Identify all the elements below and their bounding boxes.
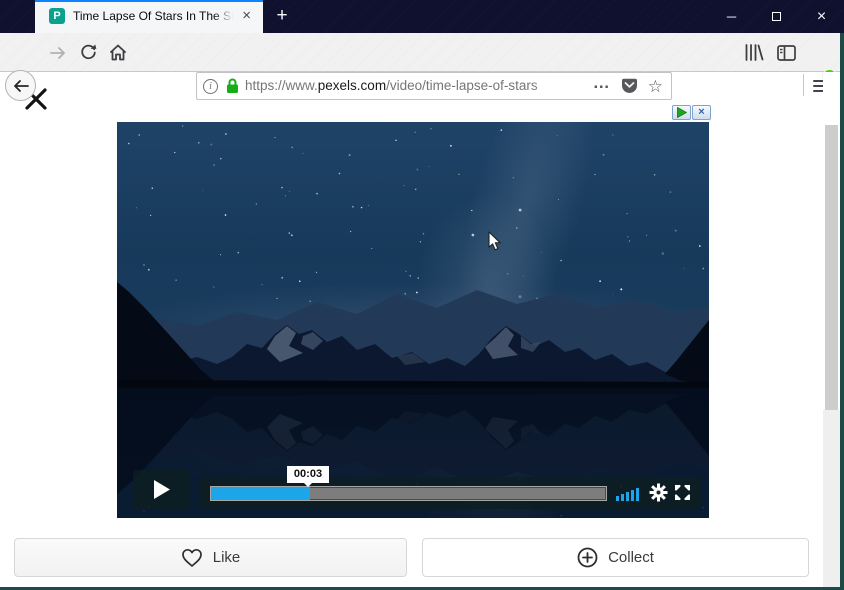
library-button[interactable] <box>741 33 767 72</box>
video-player[interactable]: 00:03 <box>117 122 709 518</box>
video-frame-night-sky <box>117 122 709 518</box>
gear-icon <box>649 483 668 502</box>
video-control-bar <box>200 477 701 509</box>
url-path: /video/time-lapse-of-stars <box>386 78 538 93</box>
settings-button[interactable] <box>649 483 668 507</box>
volume-control[interactable] <box>616 487 646 501</box>
ad-play-icon <box>676 107 687 118</box>
pocket-icon[interactable] <box>621 78 638 95</box>
home-icon <box>109 44 127 61</box>
play-icon <box>153 480 170 499</box>
ad-close-button[interactable]: × <box>692 105 711 120</box>
url-bar[interactable]: i https://www.pexels.com/video/time-laps… <box>196 72 672 100</box>
navigation-toolbar: i https://www.pexels.com/video/time-laps… <box>0 33 844 72</box>
reload-button[interactable] <box>76 33 100 72</box>
plus-circle-icon <box>577 547 598 568</box>
collect-button[interactable]: Collect <box>422 538 809 577</box>
reload-icon <box>80 44 97 61</box>
tab-title: Time Lapse Of Stars In The Sky <box>73 0 233 33</box>
ad-close-icon: × <box>698 107 704 118</box>
forward-arrow-icon <box>50 46 66 60</box>
url-scheme: https://www. <box>245 78 318 93</box>
ad-play-button[interactable] <box>672 105 691 120</box>
secure-lock-icon[interactable] <box>226 78 239 94</box>
tab-bar: P Time Lapse Of Stars In The Sky × + ─ × <box>0 0 844 33</box>
window-controls: ─ × <box>709 0 844 33</box>
toolbar-separator <box>803 74 804 96</box>
like-button[interactable]: Like <box>14 538 407 577</box>
window-border-right <box>840 33 844 590</box>
heart-icon <box>181 548 203 568</box>
bookmark-star-icon[interactable]: ☆ <box>648 78 663 95</box>
like-label: Like <box>213 549 241 566</box>
url-domain: pexels.com <box>318 78 386 93</box>
time-tooltip: 00:03 <box>287 466 329 483</box>
ad-overlay-controls: × <box>672 105 711 120</box>
new-tab-button[interactable]: + <box>269 0 295 33</box>
window-close-button[interactable]: × <box>799 0 844 33</box>
maximize-icon <box>772 12 781 21</box>
play-button[interactable] <box>133 470 189 509</box>
home-button[interactable] <box>105 33 131 72</box>
fullscreen-button[interactable] <box>674 484 691 506</box>
scrollbar-thumb[interactable] <box>825 125 838 410</box>
progress-fill <box>211 487 310 500</box>
back-arrow-icon <box>13 79 29 93</box>
mouse-cursor <box>488 231 502 257</box>
browser-tab[interactable]: P Time Lapse Of Stars In The Sky × <box>35 0 263 33</box>
forward-button[interactable] <box>46 33 70 72</box>
pexels-favicon-icon: P <box>49 8 65 24</box>
fullscreen-icon <box>674 484 691 501</box>
sidebar-icon <box>777 45 796 61</box>
seek-bar[interactable] <box>210 486 607 501</box>
sidebar-toggle-button[interactable] <box>772 33 800 72</box>
url-text[interactable]: https://www.pexels.com/video/time-lapse-… <box>245 72 593 100</box>
window-maximize-button[interactable] <box>754 0 799 33</box>
library-icon <box>744 44 764 61</box>
page-info-icon[interactable]: i <box>203 79 218 94</box>
collect-label: Collect <box>608 549 654 566</box>
browser-window: P Time Lapse Of Stars In The Sky × + ─ × <box>0 0 844 590</box>
back-button[interactable] <box>5 70 36 101</box>
tab-close-icon[interactable]: × <box>238 0 255 33</box>
page-actions-icon[interactable]: … <box>593 78 611 88</box>
window-minimize-button[interactable]: ─ <box>709 0 754 33</box>
scrollbar-track[interactable] <box>823 72 840 588</box>
